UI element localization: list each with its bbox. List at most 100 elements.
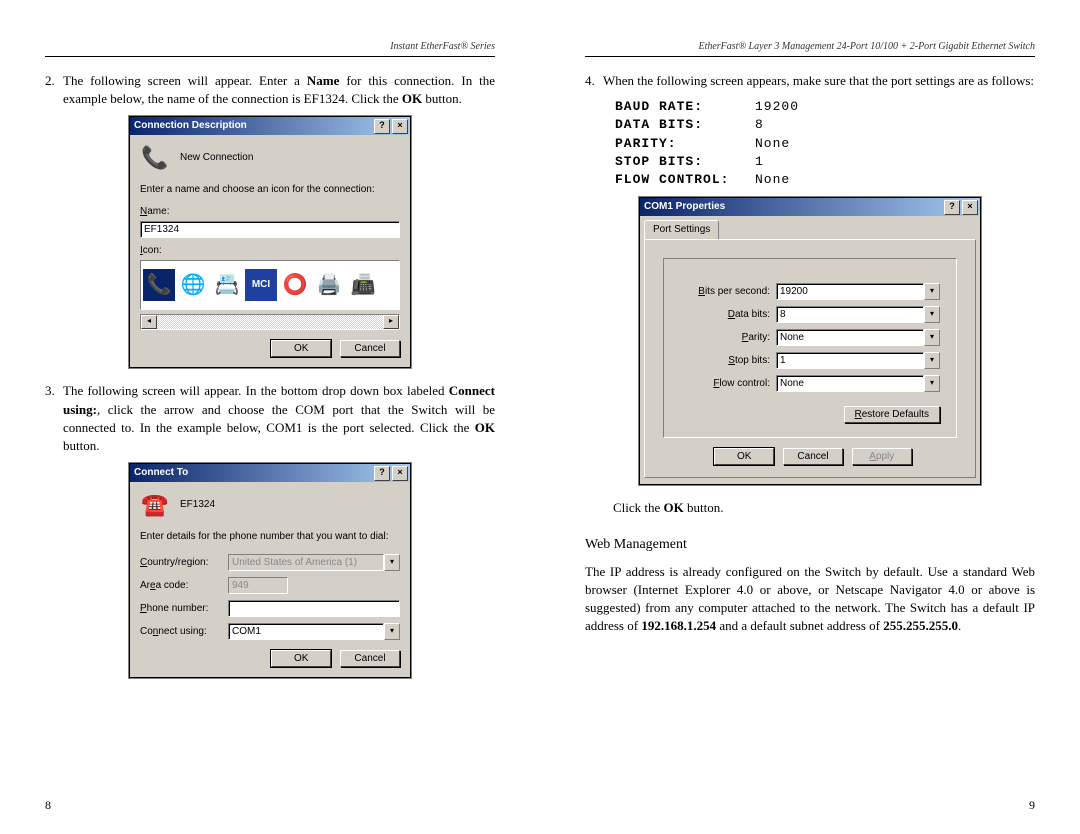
web-management-paragraph: The IP address is already configured on … bbox=[585, 563, 1035, 636]
bits-per-second-select[interactable] bbox=[776, 283, 924, 300]
restore-defaults-button[interactable]: Restore Defaults bbox=[844, 406, 941, 423]
page-left: Instant EtherFast® Series 2. The followi… bbox=[0, 0, 540, 834]
bold-ok: OK bbox=[664, 500, 684, 515]
parity-select[interactable] bbox=[776, 329, 924, 346]
settings-group: Bits per second: ▾ Data bits: ▾ Parity: … bbox=[663, 258, 957, 438]
name-input[interactable] bbox=[140, 221, 400, 238]
chevron-down-icon[interactable]: ▾ bbox=[924, 306, 940, 323]
cancel-button[interactable]: Cancel bbox=[340, 340, 400, 357]
chevron-down-icon[interactable]: ▾ bbox=[924, 283, 940, 300]
instruction-text: Enter details for the phone number that … bbox=[140, 530, 400, 544]
chevron-down-icon[interactable]: ▾ bbox=[384, 623, 400, 640]
help-icon[interactable]: ? bbox=[374, 466, 390, 481]
area-code-label: Area code: bbox=[140, 579, 222, 593]
chevron-down-icon[interactable]: ▾ bbox=[924, 329, 940, 346]
connection-icon: 📞 bbox=[140, 143, 170, 173]
flow-control-label: FLOW CONTROL: bbox=[615, 171, 755, 189]
port-settings-text: BAUD RATE:19200 DATA BITS:8 PARITY:None … bbox=[615, 98, 1035, 189]
new-connection-label: New Connection bbox=[180, 151, 253, 165]
text: button. bbox=[63, 438, 99, 453]
chevron-down-icon: ▾ bbox=[384, 554, 400, 571]
page-header-right: EtherFast® Layer 3 Management 24-Port 10… bbox=[585, 40, 1035, 57]
text: . bbox=[958, 618, 961, 633]
flow-control-label: Flow control: bbox=[680, 377, 770, 391]
close-icon[interactable]: × bbox=[392, 466, 408, 481]
close-icon[interactable]: × bbox=[962, 200, 978, 215]
stop-bits-label: STOP BITS: bbox=[615, 153, 755, 171]
titlebar[interactable]: Connection Description ? × bbox=[130, 117, 410, 135]
page-number: 8 bbox=[45, 797, 51, 814]
country-select bbox=[228, 554, 384, 571]
step-num: 2. bbox=[45, 72, 63, 108]
web-management-heading: Web Management bbox=[585, 535, 1035, 555]
click-ok-text: Click the OK button. bbox=[613, 499, 1035, 517]
ok-button[interactable]: OK bbox=[271, 650, 331, 667]
text: Click the bbox=[613, 500, 664, 515]
text: button. bbox=[422, 91, 462, 106]
default-subnet: 255.255.255.0 bbox=[883, 618, 958, 633]
connection-name: EF1324 bbox=[180, 498, 215, 512]
step-num: 4. bbox=[585, 72, 603, 90]
icon-option-modem[interactable]: 🖨️ bbox=[313, 269, 345, 301]
help-icon[interactable]: ? bbox=[374, 119, 390, 134]
cancel-button[interactable]: Cancel bbox=[783, 448, 843, 465]
dialog-title: COM1 Properties bbox=[644, 200, 942, 214]
step-2-body: The following screen will appear. Enter … bbox=[63, 72, 495, 108]
icon-scrollbar[interactable]: ◂ ▸ bbox=[140, 314, 400, 330]
icon-option-phone[interactable]: 📞 bbox=[143, 269, 175, 301]
icon-picker[interactable]: 📞 🌐 📇 MCI ⭕ 🖨️ 📠 bbox=[140, 260, 400, 310]
page-header-left: Instant EtherFast® Series bbox=[45, 40, 495, 57]
bold-ok: OK bbox=[475, 420, 495, 435]
dialog-title: Connect To bbox=[134, 466, 372, 480]
stop-bits-label: Stop bits: bbox=[680, 354, 770, 368]
parity-value: None bbox=[755, 135, 790, 153]
ok-button[interactable]: OK bbox=[714, 448, 774, 465]
step-num: 3. bbox=[45, 382, 63, 455]
data-bits-label: Data bits: bbox=[680, 308, 770, 322]
phone-icon: ☎️ bbox=[140, 490, 170, 520]
step-3: 3. The following screen will appear. In … bbox=[45, 382, 495, 455]
titlebar[interactable]: Connect To ? × bbox=[130, 464, 410, 482]
parity-label: PARITY: bbox=[615, 135, 755, 153]
connect-using-select[interactable] bbox=[228, 623, 384, 640]
scroll-left-icon[interactable]: ◂ bbox=[141, 315, 157, 329]
help-icon[interactable]: ? bbox=[944, 200, 960, 215]
text: , click the arrow and choose the COM por… bbox=[63, 402, 495, 435]
tab-panel: Bits per second: ▾ Data bits: ▾ Parity: … bbox=[644, 239, 976, 478]
chevron-down-icon[interactable]: ▾ bbox=[924, 375, 940, 392]
page-right: EtherFast® Layer 3 Management 24-Port 10… bbox=[540, 0, 1080, 834]
data-bits-value: 8 bbox=[755, 116, 764, 134]
default-ip: 192.168.1.254 bbox=[641, 618, 716, 633]
flow-control-value: None bbox=[755, 171, 790, 189]
icon-option-circle[interactable]: ⭕ bbox=[279, 269, 311, 301]
titlebar[interactable]: COM1 Properties ? × bbox=[640, 198, 980, 216]
close-icon[interactable]: × bbox=[392, 119, 408, 134]
flow-control-select[interactable] bbox=[776, 375, 924, 392]
text: button. bbox=[684, 500, 724, 515]
phone-number-input[interactable] bbox=[228, 600, 400, 617]
icon-option-globe[interactable]: 🌐 bbox=[177, 269, 209, 301]
scroll-right-icon[interactable]: ▸ bbox=[383, 315, 399, 329]
step-4: 4. When the following screen appears, ma… bbox=[585, 72, 1035, 90]
ok-button[interactable]: OK bbox=[271, 340, 331, 357]
stop-bits-select[interactable] bbox=[776, 352, 924, 369]
text: The following screen will appear. Enter … bbox=[63, 73, 307, 88]
cancel-button[interactable]: Cancel bbox=[340, 650, 400, 667]
text: and a default subnet address of bbox=[716, 618, 883, 633]
icon-option-fax[interactable]: 📠 bbox=[347, 269, 379, 301]
instruction-text: Enter a name and choose an icon for the … bbox=[140, 183, 400, 197]
page-number: 9 bbox=[1029, 797, 1035, 814]
icon-label: Icon: bbox=[140, 244, 400, 258]
baud-rate-value: 19200 bbox=[755, 98, 799, 116]
chevron-down-icon[interactable]: ▾ bbox=[924, 352, 940, 369]
icon-option-mci[interactable]: MCI bbox=[245, 269, 277, 301]
dialog-com1-properties: COM1 Properties ? × Port Settings Bits p… bbox=[639, 197, 981, 485]
tab-port-settings[interactable]: Port Settings bbox=[644, 220, 719, 239]
apply-button[interactable]: Apply bbox=[852, 448, 912, 465]
icon-option-stack[interactable]: 📇 bbox=[211, 269, 243, 301]
name-label: Name: bbox=[140, 205, 400, 219]
data-bits-select[interactable] bbox=[776, 306, 924, 323]
dialog-connection-description: Connection Description ? × 📞 New Connect… bbox=[129, 116, 411, 368]
scroll-track[interactable] bbox=[157, 315, 383, 329]
text: The following screen will appear. In the… bbox=[63, 383, 449, 398]
